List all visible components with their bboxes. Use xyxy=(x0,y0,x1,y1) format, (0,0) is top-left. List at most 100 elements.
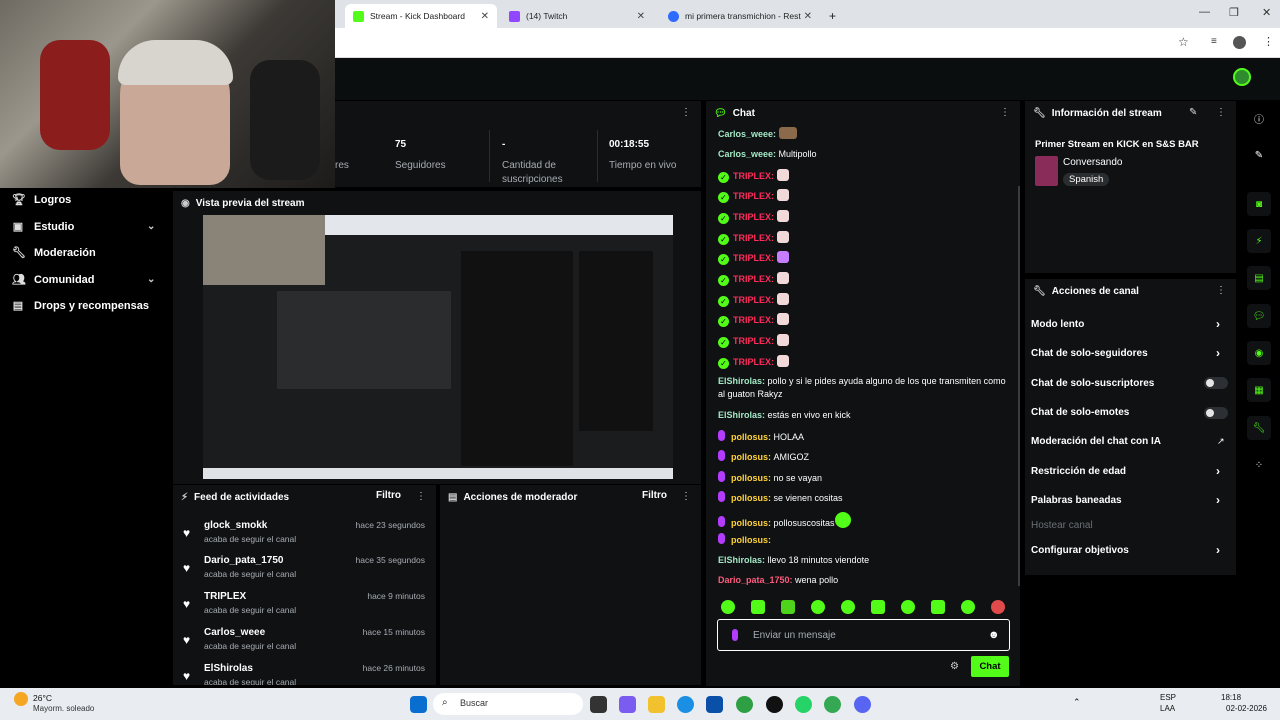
kebab-menu-icon[interactable]: ⋮ xyxy=(416,491,426,502)
emote-icon[interactable] xyxy=(751,600,765,614)
chat-username[interactable]: ElShirolas xyxy=(718,555,762,565)
chat-username[interactable]: TRIPLEX xyxy=(733,357,771,367)
chat-username[interactable]: pollosus xyxy=(731,473,768,483)
chat-input[interactable]: Enviar un mensaje ☻ xyxy=(717,619,1010,651)
chrome-profile-icon[interactable] xyxy=(824,696,841,713)
browser-menu-icon[interactable]: ⋮ xyxy=(1263,35,1274,48)
action-solo-suscriptores[interactable]: Chat de solo-suscriptores xyxy=(1031,378,1154,389)
chevron-right-icon[interactable]: › xyxy=(1216,464,1220,478)
chat-username[interactable]: TRIPLEX xyxy=(733,191,771,201)
filter-button[interactable]: Filtro xyxy=(642,490,667,501)
activity-user[interactable]: TRIPLEX xyxy=(204,591,246,602)
chevron-right-icon[interactable]: › xyxy=(1216,493,1220,507)
emote-icon[interactable] xyxy=(721,600,735,614)
close-tab-icon[interactable]: ✕ xyxy=(804,11,812,22)
chat-username[interactable]: Dario_pata_1750 xyxy=(718,575,790,585)
wrench-icon[interactable]: 🔧︎ xyxy=(1247,416,1271,440)
language-indicator[interactable]: ESP xyxy=(1160,693,1176,702)
stream-preview-video[interactable] xyxy=(203,215,673,479)
info-icon[interactable]: ⓘ xyxy=(1247,106,1271,130)
chat-username[interactable]: pollosus xyxy=(731,535,768,545)
chat-username[interactable]: TRIPLEX xyxy=(733,336,771,346)
edit-pencil-icon[interactable]: ✎ xyxy=(1247,143,1271,167)
layout-icon[interactable]: ▦ xyxy=(1247,378,1271,402)
chat-bubble-icon[interactable]: 💬︎ xyxy=(1247,304,1271,328)
store-icon[interactable] xyxy=(706,696,723,713)
emote-icon[interactable] xyxy=(871,600,885,614)
weather-temp[interactable]: 26°C xyxy=(33,693,52,703)
toggle-solo-emotes[interactable] xyxy=(1204,407,1228,419)
chat-username[interactable]: ElShirolas xyxy=(718,410,762,420)
chat-username[interactable]: pollosus xyxy=(731,432,768,442)
new-tab-button[interactable]: + xyxy=(821,4,844,28)
chat-username[interactable]: pollosus xyxy=(731,493,768,503)
kebab-menu-icon[interactable]: ⋮ xyxy=(681,107,691,118)
activity-user[interactable]: Dario_pata_1750 xyxy=(204,555,284,566)
emote-icon[interactable] xyxy=(931,600,945,614)
chat-username[interactable]: Carlos_weee xyxy=(718,129,773,139)
chat-username[interactable]: TRIPLEX xyxy=(733,253,771,263)
taskbar-search[interactable]: ⌕ Buscar xyxy=(433,693,583,715)
bolt-icon[interactable]: ⚡︎ xyxy=(1247,229,1271,253)
emote-icon[interactable] xyxy=(811,600,825,614)
category-name[interactable]: Conversando xyxy=(1063,157,1122,168)
activity-user[interactable]: ElShirolas xyxy=(204,663,253,674)
chat-username[interactable]: TRIPLEX xyxy=(733,212,771,222)
chevron-right-icon[interactable]: › xyxy=(1216,543,1220,557)
broadcast-icon[interactable]: ◉ xyxy=(1247,341,1271,365)
close-window-icon[interactable]: ✕ xyxy=(1262,6,1271,19)
chat-username[interactable]: TRIPLEX xyxy=(733,274,771,284)
weather-desc[interactable]: Mayorm. soleado xyxy=(33,704,94,713)
tray-chevron-icon[interactable]: ⌃ xyxy=(1073,697,1081,708)
action-configurar-objetivos[interactable]: Configurar objetivos xyxy=(1031,545,1129,556)
action-solo-seguidores[interactable]: Chat de solo-seguidores xyxy=(1031,348,1148,359)
activity-user[interactable]: glock_smokk xyxy=(204,520,267,531)
tab-restream[interactable]: mi primera transmichion - Rest ✕ xyxy=(660,4,820,28)
nav-item-estudio[interactable]: ▣ Estudio ⌄ xyxy=(12,220,156,234)
nav-item-logros[interactable]: 🏆︎ Logros xyxy=(12,193,71,207)
chrome-icon[interactable] xyxy=(736,696,753,713)
emote-icon[interactable] xyxy=(961,600,975,614)
chat-username[interactable]: TRIPLEX xyxy=(733,315,771,325)
tab-kick-dashboard[interactable]: Stream - Kick Dashboard ✕ xyxy=(345,4,497,28)
kebab-menu-icon[interactable]: ⋮ xyxy=(1000,107,1010,118)
whatsapp-icon[interactable] xyxy=(795,696,812,713)
chat-username[interactable]: TRIPLEX xyxy=(733,171,771,181)
action-modo-lento[interactable]: Modo lento xyxy=(1031,319,1084,330)
chat-settings-gear-icon[interactable]: ⚙ xyxy=(950,661,959,672)
nav-item-drops[interactable]: ▤ Drops y recompensas xyxy=(12,299,149,313)
profile-avatar[interactable] xyxy=(1233,36,1246,49)
action-solo-emotes[interactable]: Chat de solo-emotes xyxy=(1031,407,1129,418)
external-link-icon[interactable]: ↗ xyxy=(1217,436,1225,447)
document-icon[interactable]: ▤ xyxy=(1247,266,1271,290)
address-bar[interactable]: ☆ ≡ ⋮ xyxy=(335,28,1280,58)
toggle-solo-suscriptores[interactable] xyxy=(1204,377,1228,389)
chat-username[interactable]: pollosus xyxy=(731,518,768,528)
chat-username[interactable]: pollosus xyxy=(731,452,768,462)
kebab-menu-icon[interactable]: ⋮ xyxy=(1216,285,1226,296)
emote-icon[interactable] xyxy=(901,600,915,614)
send-chat-button[interactable]: Chat xyxy=(971,656,1009,677)
scrollbar[interactable] xyxy=(1018,186,1020,586)
task-view-icon[interactable] xyxy=(590,696,607,713)
emoji-picker-icon[interactable]: ☻ xyxy=(988,629,1000,641)
close-tab-icon[interactable]: ✕ xyxy=(481,11,489,22)
media-control-icon[interactable]: ≡ xyxy=(1211,36,1217,47)
action-moderacion-ia[interactable]: Moderación del chat con IA xyxy=(1031,436,1161,447)
chat-username[interactable]: Carlos_weee xyxy=(718,149,773,159)
nav-item-comunidad[interactable]: 👥︎ Comunidad ⌄ xyxy=(12,273,155,287)
tab-twitch[interactable]: (14) Twitch ✕ xyxy=(501,4,653,28)
kebab-menu-icon[interactable]: ⋮ xyxy=(681,491,691,502)
windows-start-icon[interactable] xyxy=(410,696,427,713)
chat-username[interactable]: TRIPLEX xyxy=(733,295,771,305)
kebab-menu-icon[interactable]: ⋮ xyxy=(1216,107,1226,118)
apps-icon[interactable]: ⁘ xyxy=(1247,453,1271,477)
edge-icon[interactable] xyxy=(677,696,694,713)
action-restriccion-edad[interactable]: Restricción de edad xyxy=(1031,466,1126,477)
obs-icon[interactable] xyxy=(766,696,783,713)
maximize-icon[interactable]: ❐ xyxy=(1229,6,1239,19)
language-indicator-sub[interactable]: LAA xyxy=(1160,704,1175,713)
chat-username[interactable]: TRIPLEX xyxy=(733,233,771,243)
file-explorer-icon[interactable] xyxy=(648,696,665,713)
clock-time[interactable]: 18:18 xyxy=(1221,693,1241,702)
